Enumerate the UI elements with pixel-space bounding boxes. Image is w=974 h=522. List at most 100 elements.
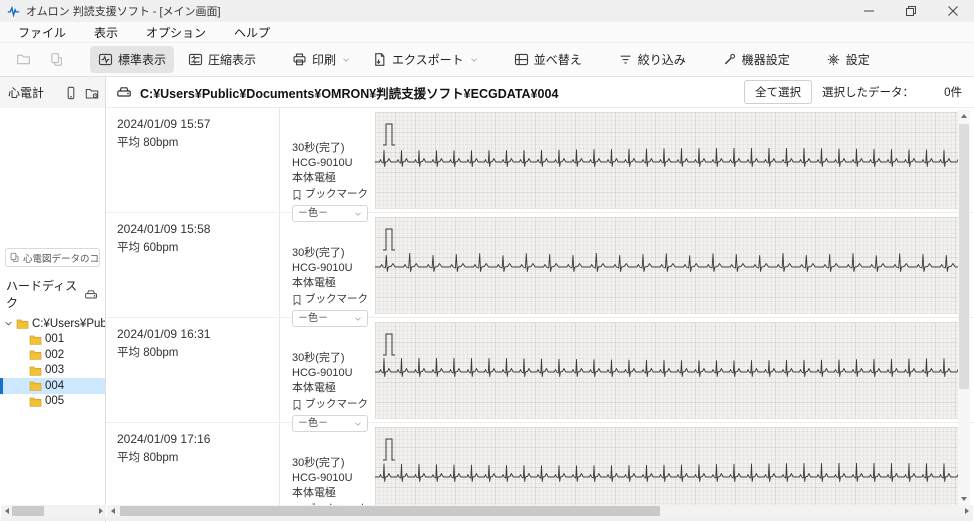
bookmark-icon	[292, 294, 302, 306]
record-average-bpm: 平均 80bpm	[117, 449, 279, 465]
scroll-left-icon[interactable]	[107, 505, 119, 517]
compressed-view-icon	[188, 52, 203, 67]
menu-options[interactable]: オプション	[144, 22, 208, 43]
export-button[interactable]: エクスポート	[364, 46, 486, 73]
selected-data-label: 選択したデータ：	[822, 84, 914, 100]
record-list: 2024/01/09 15:57 平均 80bpm 30秒(完了) HCG-90…	[106, 108, 974, 505]
copy-icon	[9, 252, 20, 263]
chevron-down-icon	[470, 56, 478, 64]
scroll-up-icon[interactable]	[958, 110, 970, 122]
ecg-waveform	[375, 217, 960, 314]
folder-settings-icon[interactable]	[85, 86, 99, 100]
ecg-record-row[interactable]: 2024/01/09 16:31 平均 80bpm 30秒(完了) HCG-90…	[106, 318, 974, 423]
main-vertical-scrollbar[interactable]	[958, 110, 970, 505]
minimize-button[interactable]	[848, 0, 890, 22]
device-settings-button[interactable]: 機器設定	[714, 46, 798, 73]
record-average-bpm: 平均 80bpm	[117, 344, 279, 360]
chevron-down-icon	[342, 56, 350, 64]
current-path: C:¥Users¥Public¥Documents¥OMRON¥判読支援ソフト¥…	[140, 83, 558, 102]
ecg-strip[interactable]	[375, 427, 960, 505]
sort-button[interactable]: 並べ替え	[506, 46, 590, 73]
print-button[interactable]: 印刷	[284, 46, 358, 73]
window-title: オムロン 判読支援ソフト - [メイン画面]	[26, 3, 221, 19]
copy-data-toolbar-button[interactable]	[43, 47, 70, 72]
record-duration: 30秒(完了)	[292, 456, 371, 471]
record-electrode: 本体電極	[292, 276, 371, 291]
open-folder-button[interactable]	[10, 47, 37, 72]
scroll-right-icon[interactable]	[961, 505, 973, 517]
export-icon	[372, 52, 387, 67]
folder-icon	[29, 334, 42, 345]
main-horizontal-scrollbar[interactable]	[107, 505, 973, 517]
sort-icon	[514, 52, 529, 67]
ecg-strip[interactable]	[375, 322, 960, 419]
copy-ecg-data-button[interactable]: 心電図データのコピー	[5, 248, 100, 267]
menu-help[interactable]: ヘルプ	[232, 22, 272, 43]
sidebar-header: 心電計	[0, 77, 105, 108]
disk-drive-icon	[84, 288, 98, 301]
menu-view[interactable]: 表示	[92, 22, 120, 43]
standard-view-icon	[98, 52, 113, 67]
folder-icon	[16, 318, 29, 329]
scroll-right-icon[interactable]	[95, 505, 106, 517]
record-electrode: 本体電極	[292, 381, 371, 396]
ecg-device-label: 心電計	[8, 84, 44, 101]
record-device-model: HCG-9010U	[292, 471, 371, 486]
app-logo-icon	[7, 5, 20, 18]
title-bar: オムロン 判読支援ソフト - [メイン画面]	[0, 0, 974, 22]
tree-folder-002[interactable]: 002	[0, 347, 105, 363]
select-all-button[interactable]: 全て選択	[744, 80, 812, 104]
scroll-left-icon[interactable]	[1, 505, 12, 517]
print-icon	[292, 52, 307, 67]
bookmark-button[interactable]: ブックマーク	[292, 292, 371, 307]
selected-data-count: 0件	[924, 84, 962, 100]
folder-icon	[29, 365, 42, 376]
wrench-icon	[722, 52, 737, 67]
settings-button[interactable]: 設定	[818, 46, 878, 73]
ecg-waveform	[375, 322, 960, 419]
ecg-record-row[interactable]: 2024/01/09 17:16 平均 80bpm 30秒(完了) HCG-90…	[106, 423, 974, 505]
record-datetime: 2024/01/09 15:58	[117, 222, 279, 236]
tree-folder-003[interactable]: 003	[0, 363, 105, 379]
tree-folder-001[interactable]: 001	[0, 332, 105, 348]
ecg-record-row[interactable]: 2024/01/09 15:57 平均 80bpm 30秒(完了) HCG-90…	[106, 108, 974, 213]
record-datetime: 2024/01/09 15:57	[117, 117, 279, 131]
scrollbar-thumb[interactable]	[120, 506, 660, 516]
sidebar: 心電計 心電図データのコピー ハードディスク C:¥Users¥Publ	[0, 77, 106, 522]
restore-button[interactable]	[890, 0, 932, 22]
main-panel: C:¥Users¥Public¥Documents¥OMRON¥判読支援ソフト¥…	[106, 77, 974, 522]
ecg-strip[interactable]	[375, 112, 960, 209]
tree-root-folder[interactable]: C:¥Users¥Public¥	[0, 316, 105, 332]
device-list-area	[0, 108, 105, 246]
ecg-waveform	[375, 427, 960, 505]
bookmark-button[interactable]: ブックマーク	[292, 397, 371, 412]
scrollbar-thumb[interactable]	[959, 124, 969, 389]
sidebar-horizontal-scrollbar[interactable]	[1, 505, 106, 517]
record-device-model: HCG-9010U	[292, 261, 371, 276]
record-average-bpm: 平均 80bpm	[117, 134, 279, 150]
close-button[interactable]	[932, 0, 974, 22]
ecg-waveform	[375, 112, 960, 209]
compressed-view-button[interactable]: 圧縮表示	[180, 46, 264, 73]
record-device-model: HCG-9010U	[292, 156, 371, 171]
disk-drive-icon	[116, 85, 132, 99]
scrollbar-thumb[interactable]	[12, 506, 44, 516]
hard-disk-label: ハードディスク	[6, 277, 84, 311]
ecg-record-row[interactable]: 2024/01/09 15:58 平均 60bpm 30秒(完了) HCG-90…	[106, 213, 974, 318]
bookmark-button[interactable]: ブックマーク	[292, 187, 371, 202]
device-icon[interactable]	[64, 86, 78, 100]
tree-folder-005[interactable]: 005	[0, 394, 105, 410]
tree-folder-004[interactable]: 004	[0, 378, 105, 394]
standard-view-button[interactable]: 標準表示	[90, 46, 174, 73]
copy-icon	[49, 52, 64, 67]
menu-bar: ファイル 表示 オプション ヘルプ	[0, 22, 974, 42]
folder-icon	[29, 396, 42, 407]
ecg-strip[interactable]	[375, 217, 960, 314]
filter-button[interactable]: 絞り込み	[610, 46, 694, 73]
record-duration: 30秒(完了)	[292, 246, 371, 261]
filter-icon	[618, 52, 633, 67]
record-average-bpm: 平均 60bpm	[117, 239, 279, 255]
scroll-down-icon[interactable]	[958, 493, 970, 505]
bookmark-icon	[292, 189, 302, 201]
menu-file[interactable]: ファイル	[16, 22, 68, 43]
